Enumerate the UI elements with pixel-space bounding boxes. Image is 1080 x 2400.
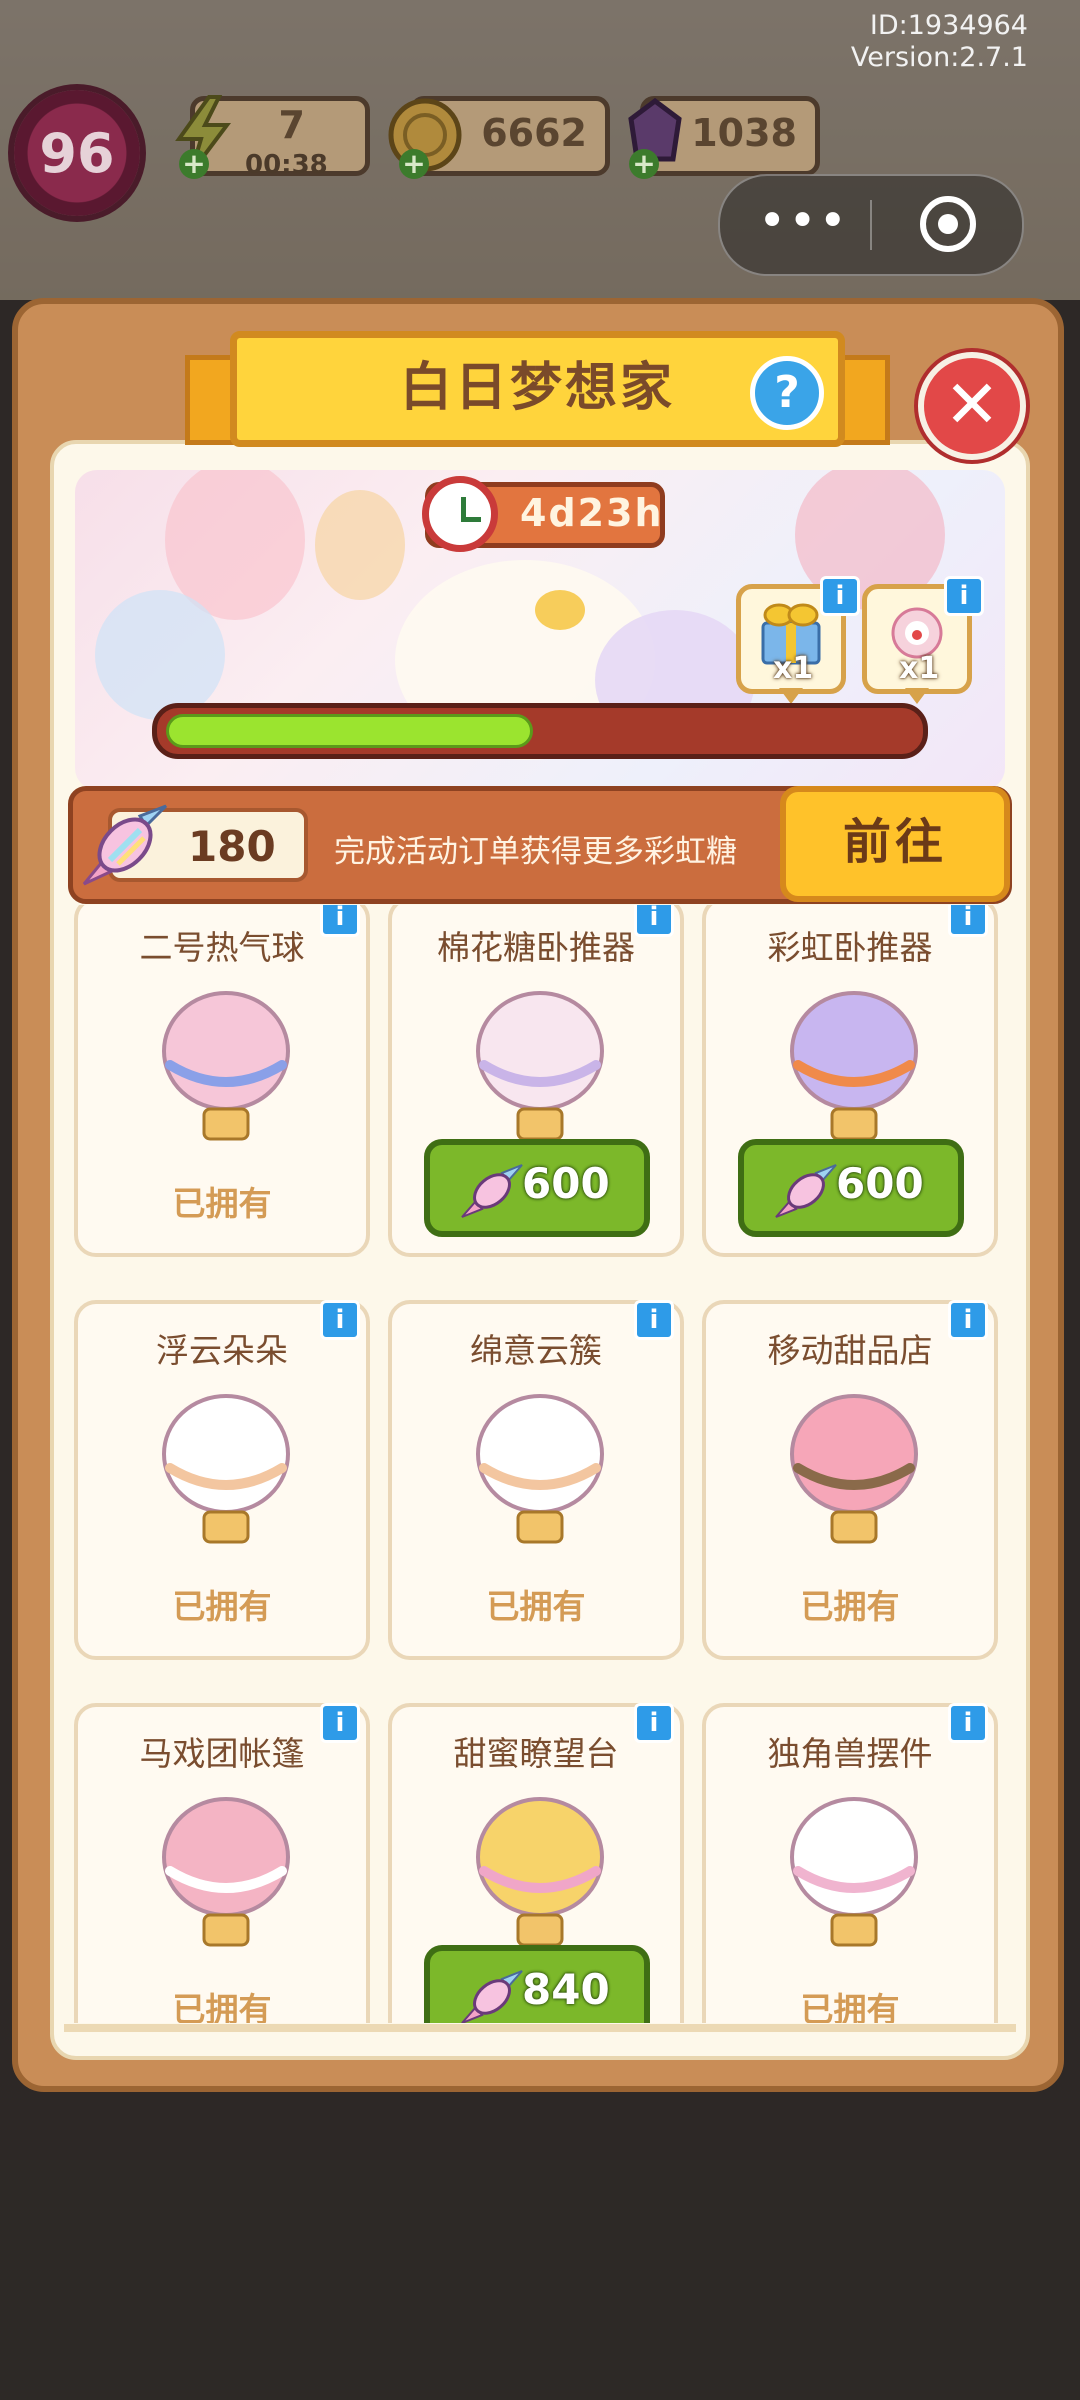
shop-item-card[interactable]: 浮云朵朵 已拥有 i (74, 1300, 370, 1660)
coin-value: 6662 (481, 111, 587, 155)
buy-button[interactable]: 840 (424, 1945, 650, 2023)
mascot-beak (535, 590, 585, 630)
build-id: ID:1934964 (869, 10, 1028, 41)
close-miniprogram-icon[interactable] (920, 196, 976, 252)
marshmallow-bench-icon (476, 991, 604, 1141)
rainbow-candy-icon (775, 1164, 837, 1218)
reward-clown-info-icon[interactable]: i (944, 576, 984, 616)
shop-item-card[interactable]: 二号热气球 已拥有 i (74, 905, 370, 1257)
energy-value: 7 (278, 103, 305, 147)
help-button[interactable]: ? (750, 356, 824, 430)
shop-item-grid: 二号热气球 已拥有 i 棉花糖卧推器 600 i 彩虹卧推器 600 i 浮云朵朵 已拥有 i 绵意云簇… (68, 905, 1012, 2023)
reward-gift-info-icon[interactable]: i (820, 576, 860, 616)
shop-item-card[interactable]: 马戏团帐篷 已拥有 i (74, 1703, 370, 2023)
event-timer: 4d23h (520, 491, 664, 535)
shop-item-card[interactable]: 甜蜜瞭望台 840 i (388, 1703, 684, 2023)
add-energy-icon[interactable]: + (179, 149, 209, 179)
item-info-icon[interactable]: i (948, 1703, 988, 1743)
buy-button[interactable]: 600 (738, 1139, 964, 1237)
reward-clown-count: x1 (899, 651, 940, 686)
item-info-icon[interactable]: i (320, 905, 360, 937)
owned-status: 已拥有 (800, 1587, 900, 1626)
reward-gift-count: x1 (773, 651, 814, 686)
buy-price: 840 (522, 1965, 610, 2014)
item-info-icon[interactable]: i (634, 1300, 674, 1340)
hot-air-balloon-icon (162, 991, 290, 1141)
shop-item-card[interactable]: 棉花糖卧推器 600 i (388, 905, 684, 1257)
goto-button[interactable]: 前往 (780, 786, 1010, 902)
buy-button[interactable]: 600 (424, 1139, 650, 1237)
rainbow-bench-icon (790, 991, 918, 1141)
item-info-icon[interactable]: i (948, 1300, 988, 1340)
shop-item-card[interactable]: 彩虹卧推器 600 i (702, 905, 998, 1257)
item-info-icon[interactable]: i (948, 905, 988, 937)
cloud-cluster-icon (476, 1394, 604, 1544)
owned-status: 已拥有 (172, 1184, 272, 1223)
owned-status: 已拥有 (800, 1990, 900, 2023)
clock-icon (422, 476, 498, 552)
circus-tent-icon (162, 1797, 290, 1947)
more-menu-icon[interactable]: ••• (758, 196, 847, 252)
build-info: ID:1934964 Version:2.7.1 (851, 10, 1028, 74)
event-progress-fill (166, 714, 533, 748)
event-progress-bar (152, 703, 928, 759)
cloud-decoration (95, 590, 225, 720)
reward-pointer (905, 688, 929, 704)
player-level-badge[interactable]: 96 (14, 90, 140, 216)
shop-item-card[interactable]: 独角兽摆件 已拥有 i (702, 1703, 998, 2023)
item-info-icon[interactable]: i (634, 905, 674, 937)
add-coins-icon[interactable]: + (399, 149, 429, 179)
close-button[interactable]: ✕ (918, 352, 1026, 460)
rainbow-candy-icon (461, 1970, 523, 2023)
owned-status: 已拥有 (172, 1587, 272, 1626)
unicorn-ornament-icon (790, 1797, 918, 1947)
coin-counter[interactable]: + 6662 (388, 96, 610, 179)
watchtower-icon (476, 1797, 604, 1947)
shop-item-card[interactable]: 绵意云簇 已拥有 i (388, 1300, 684, 1660)
gem-counter[interactable]: + 1038 (628, 96, 820, 179)
buy-price: 600 (522, 1159, 610, 1208)
miniprogram-capsule: ••• (718, 174, 1024, 276)
shop-item-card[interactable]: 移动甜品店 已拥有 i (702, 1300, 998, 1660)
currency-hint: 完成活动订单获得更多彩虹糖 (334, 834, 737, 870)
add-gems-icon[interactable]: + (629, 149, 659, 179)
item-info-icon[interactable]: i (320, 1703, 360, 1743)
panel-title: 白日梦想家 (399, 358, 675, 418)
owned-status: 已拥有 (172, 1990, 272, 2023)
buy-price: 600 (836, 1159, 924, 1208)
item-info-icon[interactable]: i (634, 1703, 674, 1743)
panel-bottom-rim (64, 2024, 1016, 2032)
balloon-decoration (315, 490, 405, 600)
reward-pointer (779, 688, 803, 704)
build-version: Version:2.7.1 (850, 42, 1028, 73)
rainbow-candy-icon (461, 1164, 523, 1218)
owned-status: 已拥有 (486, 1587, 586, 1626)
energy-timer: 00:38 (245, 150, 328, 180)
capsule-divider (870, 200, 872, 250)
cloud-fence-icon (162, 1394, 290, 1544)
gem-value: 1038 (691, 111, 797, 155)
item-info-icon[interactable]: i (320, 1300, 360, 1340)
rainbow-candy-icon (82, 804, 168, 886)
dessert-cart-icon (790, 1394, 918, 1544)
